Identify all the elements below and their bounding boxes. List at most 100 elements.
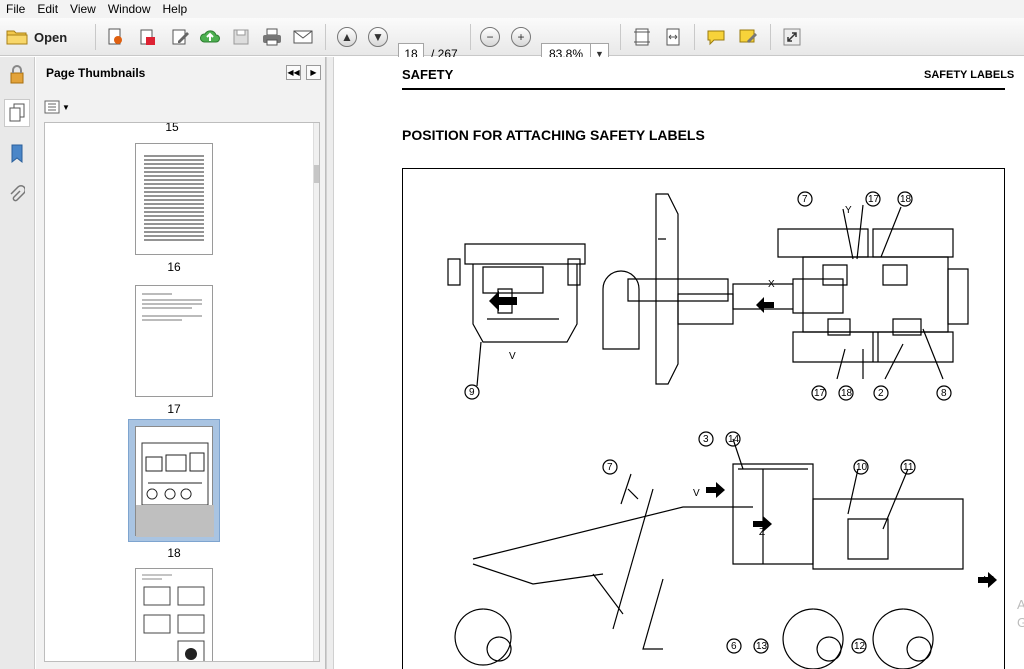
thumbnail-page-19[interactable]	[135, 568, 213, 661]
thumbnail-page-17[interactable]	[135, 285, 213, 397]
thumbnail-page-18	[135, 426, 214, 537]
thumbnail-page-17-text	[142, 293, 202, 321]
arrow-up-icon: ▲	[337, 27, 357, 47]
machine-plan-view	[777, 204, 969, 380]
thumbnail-page-16[interactable]	[135, 143, 213, 255]
callout-text: 10	[856, 462, 868, 473]
callout-text: Z	[759, 527, 765, 538]
callout-text: 14	[728, 434, 740, 445]
toolbar-separator	[325, 24, 326, 50]
toolbar: Open ▲ ▼ / 267 − + ▼	[0, 18, 1024, 65]
page-thumbnails-tab[interactable]	[4, 99, 30, 127]
toolbar-separator	[770, 24, 771, 50]
menu-view[interactable]: View	[64, 0, 102, 18]
thumbnail-page-18-figure	[136, 442, 214, 537]
callout-text: 7	[607, 462, 613, 473]
callout-text: 6	[731, 641, 737, 652]
menu-file[interactable]: File	[0, 0, 31, 18]
options-icon	[44, 100, 60, 114]
toolbar-separator	[470, 24, 471, 50]
thumbnail-scrollbar[interactable]	[313, 123, 319, 661]
thumbnail-options-button[interactable]: ▼	[44, 99, 70, 115]
bookmark-icon[interactable]	[4, 140, 30, 168]
combine-files-icon[interactable]	[135, 24, 161, 50]
paperclip-icon[interactable]	[4, 181, 30, 209]
email-icon[interactable]	[290, 24, 316, 50]
page-thumbnails-panel: Page Thumbnails ◀◀ ▶ ▼ 15 16 17 18	[36, 57, 326, 669]
edit-pdf-icon[interactable]	[167, 24, 193, 50]
menu-edit[interactable]: Edit	[31, 0, 64, 18]
panel-splitter[interactable]	[326, 57, 334, 669]
thumbnail-label: 17	[167, 402, 181, 416]
lock-icon[interactable]	[4, 61, 30, 89]
open-button-label: Open	[34, 29, 68, 45]
zoom-out-button[interactable]: −	[477, 24, 503, 50]
callout-text: 3	[703, 434, 709, 445]
chevron-down-icon: ▼	[62, 102, 70, 112]
callout-labels: V 9 7 17 18 Y X 17 18 2 8 3 14 7 10 11 V…	[469, 194, 994, 652]
create-pdf-icon[interactable]	[102, 24, 128, 50]
callout-text: W	[984, 575, 994, 586]
watermark-line: G	[1017, 615, 1024, 630]
highlight-icon[interactable]	[735, 24, 761, 50]
callout-text: 13	[756, 641, 768, 652]
blade-plan-view	[602, 193, 844, 385]
pages-icon	[9, 103, 25, 122]
callout-text: 7	[802, 194, 808, 205]
previous-page-button[interactable]: ▲	[334, 24, 360, 50]
callout-text: 12	[854, 641, 866, 652]
watermark-line: A	[1017, 597, 1024, 612]
safety-label-figure: V 9 7 17 18 Y X 17 18 2 8 3 14 7 10 11 V…	[402, 168, 1005, 669]
callout-text: 17	[814, 388, 826, 399]
minus-icon: −	[480, 27, 500, 47]
toolbar-separator	[694, 24, 695, 50]
watermark: A G	[1017, 596, 1024, 632]
plus-icon: +	[511, 27, 531, 47]
toolbar-separator	[95, 24, 96, 50]
document-header-right: SAFETY LABELS	[924, 69, 1015, 81]
document-header-left: SAFETY	[402, 67, 454, 82]
menu-window[interactable]: Window	[102, 0, 157, 18]
next-page-button[interactable]: ▼	[365, 24, 391, 50]
zoom-in-button[interactable]: +	[508, 24, 534, 50]
machine-side-view	[454, 438, 964, 669]
print-icon[interactable]	[259, 24, 285, 50]
callout-text: 17	[868, 194, 880, 205]
scroll-thumb[interactable]	[314, 165, 319, 183]
callout-text: 18	[900, 194, 912, 205]
full-screen-icon[interactable]	[779, 24, 805, 50]
navigation-rail	[0, 57, 35, 669]
fit-page-icon[interactable]	[629, 24, 655, 50]
safety-label-drawing: V 9 7 17 18 Y X 17 18 2 8 3 14 7 10 11 V…	[447, 191, 997, 669]
header-rule	[402, 88, 1005, 90]
callout-text: Y	[845, 205, 852, 216]
cab-rear-view	[447, 243, 586, 387]
fit-width-icon[interactable]	[660, 24, 686, 50]
callout-text: 8	[941, 388, 947, 399]
folder-icon	[6, 30, 28, 45]
open-button[interactable]: Open	[6, 24, 67, 50]
callout-text: V	[693, 488, 700, 499]
callout-text: 9	[469, 387, 475, 398]
callout-text: 11	[903, 462, 914, 473]
menu-help[interactable]: Help	[157, 0, 194, 18]
callout-text: X	[768, 279, 775, 290]
panel-menu-button[interactable]: ▶	[306, 65, 321, 80]
collapse-panel-button[interactable]: ◀◀	[286, 65, 301, 80]
callout-text: 18	[841, 388, 853, 399]
thumbnail-list: 15 16 17 18	[44, 122, 320, 662]
panel-title: Page Thumbnails	[46, 66, 146, 80]
document-view: SAFETY SAFETY LABELS POSITION FOR ATTACH…	[334, 57, 1024, 669]
thumbnail-page-19-labels	[142, 574, 205, 661]
menu-bar: File Edit View Window Help	[0, 0, 1024, 18]
callout-text: V	[509, 351, 516, 362]
comment-icon[interactable]	[703, 24, 729, 50]
upload-cloud-icon[interactable]	[197, 24, 223, 50]
callout-text: 2	[878, 388, 884, 399]
arrow-down-icon: ▼	[368, 27, 388, 47]
thumbnail-label: 18	[167, 546, 181, 560]
save-icon[interactable]	[228, 24, 254, 50]
toolbar-separator	[620, 24, 621, 50]
thumbnail-page-18-selected[interactable]	[128, 419, 220, 542]
thumbnail-label: 16	[167, 260, 181, 274]
